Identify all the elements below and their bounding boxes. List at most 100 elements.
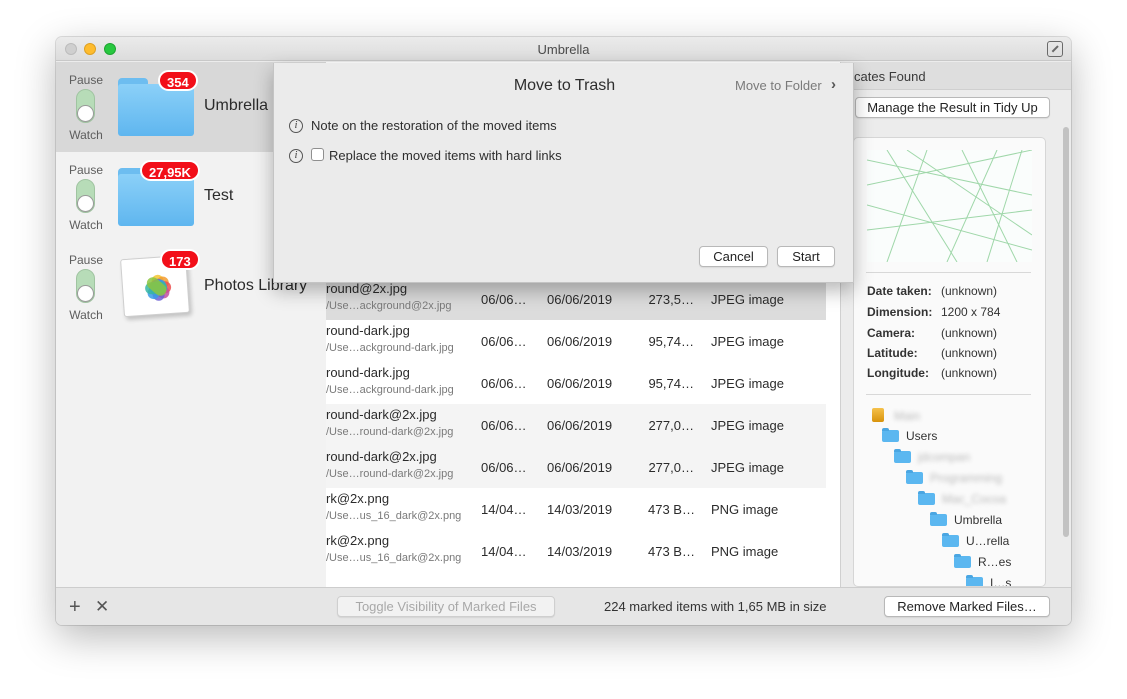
file-path: /Use…us_16_dark@2x.png	[326, 552, 462, 564]
date-modified: 06/06/2019	[547, 334, 613, 349]
watch-label: Watch	[69, 308, 103, 322]
divider	[866, 394, 1031, 395]
watch-label: Watch	[69, 128, 103, 142]
folder-icon	[882, 428, 899, 442]
marked-items-status: 224 marked items with 1,65 MB in size	[604, 599, 827, 614]
table-row[interactable]: round-dark.jpg /Use…ackground-dark.jpg 0…	[326, 362, 826, 404]
table-row[interactable]: round-dark@2x.jpg /Use…round-dark@2x.jpg…	[326, 404, 826, 446]
folder-icon	[954, 554, 971, 568]
toggle-visibility-button[interactable]: Toggle Visibility of Marked Files	[337, 596, 555, 617]
source-name: Test	[204, 187, 234, 204]
start-button[interactable]: Start	[777, 246, 835, 267]
meta-value-date: (unknown)	[941, 284, 998, 298]
file-name: round-dark@2x.jpg	[326, 449, 437, 464]
pause-watch-switch[interactable]	[76, 89, 95, 123]
table-row[interactable]: round-dark.jpg /Use…ackground-dark.jpg 0…	[326, 320, 826, 362]
meta-key-camera: Camera:	[867, 326, 916, 340]
file-kind: PNG image	[711, 544, 779, 559]
watch-label: Watch	[69, 218, 103, 232]
file-path: /Use…ackground-dark.jpg	[326, 384, 454, 396]
file-size: 277,0…	[648, 460, 694, 475]
file-name: round@2x.jpg	[326, 281, 408, 296]
file-path: /Use…ackground-dark.jpg	[326, 342, 454, 354]
date-modified: 06/06/2019	[547, 376, 613, 391]
date-created: 06/06…	[481, 292, 527, 307]
move-to-trash-sheet: Move to Trash Move to Folder › i Note on…	[273, 63, 854, 283]
meta-key-latitude: Latitude:	[867, 346, 918, 360]
path-tree-item[interactable]: Main	[872, 408, 920, 424]
path-tree-item[interactable]: Programming	[906, 470, 1002, 487]
path-tree-item[interactable]: I…s	[966, 575, 1011, 586]
pause-watch-switch[interactable]	[76, 269, 95, 303]
date-modified: 06/06/2019	[547, 418, 613, 433]
file-size: 277,0…	[648, 418, 694, 433]
file-kind: PNG image	[711, 502, 779, 517]
image-preview	[866, 149, 1033, 263]
table-row[interactable]: rk@2x.png /Use…us_16_dark@2x.png 14/04… …	[326, 488, 826, 530]
manage-in-tidy-up-button[interactable]: Manage the Result in Tidy Up	[855, 97, 1050, 118]
duplicates-header: plicates Found	[841, 62, 1071, 90]
table-row[interactable]: round-dark@2x.jpg /Use…round-dark@2x.jpg…	[326, 446, 826, 488]
file-name: round-dark@2x.jpg	[326, 407, 437, 422]
cancel-button[interactable]: Cancel	[699, 246, 768, 267]
count-badge: 354	[158, 70, 198, 91]
meta-key-dimension: Dimension:	[867, 305, 933, 319]
file-path: /Use…round-dark@2x.jpg	[326, 468, 454, 480]
table-row[interactable]: round@2x.jpg /Use…ackground@2x.jpg 06/06…	[326, 278, 826, 320]
remove-marked-files-button[interactable]: Remove Marked Files…	[884, 596, 1050, 617]
path-tree-item[interactable]: Users	[882, 428, 937, 445]
file-kind: JPEG image	[711, 418, 784, 433]
path-tree-item[interactable]: Mac_Cocoa	[918, 491, 1006, 508]
date-created: 06/06…	[481, 460, 527, 475]
switch-knob	[77, 195, 94, 212]
date-modified: 14/03/2019	[547, 544, 613, 559]
date-created: 14/04…	[481, 544, 527, 559]
switch-knob	[77, 105, 94, 122]
file-path: /Use…us_16_dark@2x.png	[326, 510, 462, 522]
file-name: round-dark.jpg	[326, 365, 410, 380]
folder-icon	[918, 491, 935, 505]
restoration-note-label: Note on the restoration of the moved ite…	[311, 118, 557, 133]
date-modified: 06/06/2019	[547, 460, 613, 475]
path-tree-item[interactable]: jdcompan	[894, 449, 970, 466]
table-row[interactable]: rk@2x.png /Use…us_16_dark@2x.png 14/04… …	[326, 530, 826, 572]
file-size: 473 B…	[648, 502, 694, 517]
path-tree-item[interactable]: U…rella	[942, 533, 1009, 550]
folder-icon	[894, 449, 911, 463]
file-kind: JPEG image	[711, 376, 784, 391]
date-created: 06/06…	[481, 334, 527, 349]
bottom-toolbar: + ✕ Toggle Visibility of Marked Files 22…	[56, 587, 1071, 625]
pause-watch-switch[interactable]	[76, 179, 95, 213]
move-to-folder-link[interactable]: Move to Folder	[735, 78, 822, 93]
source-name: Umbrella	[204, 97, 269, 114]
folder-icon	[930, 512, 947, 526]
file-name: rk@2x.png	[326, 491, 390, 506]
chevron-right-icon[interactable]: ›	[831, 76, 836, 93]
file-size: 95,74…	[648, 376, 694, 391]
count-badge: 173	[160, 249, 200, 270]
hard-links-label: Replace the moved items with hard links	[329, 148, 562, 163]
add-icon[interactable]: +	[69, 596, 81, 619]
date-created: 06/06…	[481, 418, 527, 433]
path-tree-item[interactable]: Umbrella	[930, 512, 1002, 529]
remove-icon[interactable]: ✕	[95, 597, 109, 617]
file-size: 473 B…	[648, 544, 694, 559]
folder-icon	[966, 575, 983, 586]
meta-value-dimension: 1200 x 784	[941, 305, 1001, 319]
info-icon[interactable]: i	[289, 119, 303, 133]
hard-links-checkbox[interactable]	[311, 148, 324, 161]
file-kind: JPEG image	[711, 292, 784, 307]
duplicates-info-pane: plicates Found Manage the Result in Tidy…	[840, 62, 1071, 587]
count-badge: 27,95K	[140, 160, 200, 181]
meta-key-longitude: Longitude:	[867, 366, 929, 380]
file-kind: JPEG image	[711, 334, 784, 349]
info-icon[interactable]: i	[289, 149, 303, 163]
file-size: 95,74…	[648, 334, 694, 349]
fullscreen-icon[interactable]	[1047, 41, 1063, 57]
window-title: Umbrella	[537, 42, 590, 57]
divider	[866, 272, 1031, 273]
date-created: 14/04…	[481, 502, 527, 517]
vertical-scrollbar[interactable]	[1063, 127, 1069, 537]
meta-value-camera: (unknown)	[941, 326, 998, 340]
path-tree-item[interactable]: R…es	[954, 554, 1011, 571]
